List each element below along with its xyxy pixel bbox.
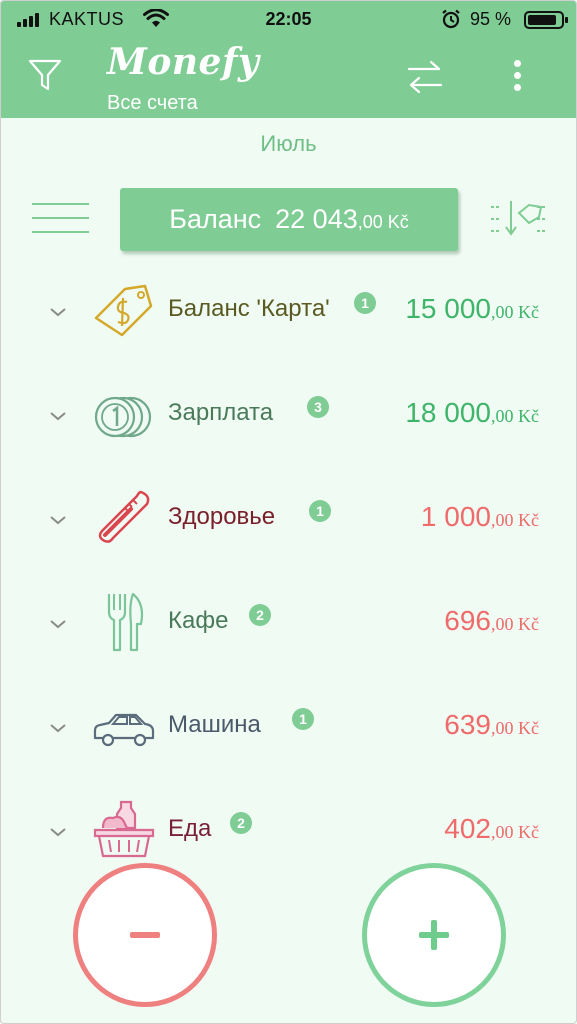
battery-percentage: 95 % xyxy=(470,9,512,29)
transaction-count-badge: 1 xyxy=(354,292,376,314)
battery-icon xyxy=(524,11,568,29)
balance-label: Баланс xyxy=(169,204,262,234)
transaction-count-badge: 1 xyxy=(292,708,314,730)
groceries-basket-icon xyxy=(93,800,155,858)
alarm-icon xyxy=(442,9,460,29)
chevron-down-icon[interactable] xyxy=(49,514,67,526)
category-amount: 1 000,00 Kč xyxy=(420,501,539,532)
period-label[interactable]: Июль xyxy=(1,131,576,157)
category-row[interactable]: Кафе 2 696,00 Kč xyxy=(1,568,576,672)
chevron-down-icon[interactable] xyxy=(49,722,67,734)
category-name: Здоровье xyxy=(168,503,276,530)
category-amount: 402,00 Kč xyxy=(444,813,539,844)
chevron-down-icon[interactable] xyxy=(49,826,67,838)
fork-knife-icon xyxy=(107,592,144,652)
coins-icon xyxy=(94,396,152,438)
price-tag-dollar-icon xyxy=(94,284,153,337)
category-amount: 15 000,00 Kč xyxy=(405,293,539,324)
category-row[interactable]: Зарплата 3 18 000,00 Kč xyxy=(1,360,576,464)
balance-button[interactable]: Баланс 22 043,00 Kč xyxy=(120,188,458,251)
category-name: Машина xyxy=(168,711,261,738)
chevron-down-icon[interactable] xyxy=(49,306,67,318)
transaction-count-badge: 2 xyxy=(249,604,271,626)
category-row[interactable]: Еда 2 402,00 Kč xyxy=(1,776,576,880)
add-income-button[interactable] xyxy=(362,863,506,1007)
balance-amount: 22 043,00 Kč xyxy=(275,204,409,234)
category-name: Еда xyxy=(168,815,212,842)
app-logo: Monefy xyxy=(107,41,260,83)
category-name: Зарплата xyxy=(168,399,274,426)
chevron-down-icon[interactable] xyxy=(49,410,67,422)
chevron-down-icon[interactable] xyxy=(49,618,67,630)
category-amount: 696,00 Kč xyxy=(444,605,539,636)
category-row[interactable]: Машина 1 639,00 Kč xyxy=(1,672,576,776)
app-screen: KAKTUS 22:05 95 % Monefy Все счета Июль … xyxy=(0,0,577,1024)
category-amount: 18 000,00 Kč xyxy=(405,397,539,428)
account-selector[interactable]: Все счета xyxy=(107,92,198,115)
transaction-count-badge: 2 xyxy=(230,812,252,834)
add-expense-button[interactable] xyxy=(73,863,217,1007)
category-name: Баланс 'Карта' xyxy=(168,295,330,322)
header: KAKTUS 22:05 95 % Monefy Все счета xyxy=(1,1,576,118)
category-row[interactable]: Здоровье 1 1 000,00 Kč xyxy=(1,464,576,568)
category-row[interactable]: Баланс 'Карта' 1 15 000,00 Kč xyxy=(1,256,576,360)
sort-tags-icon[interactable] xyxy=(489,197,547,241)
car-icon xyxy=(93,713,155,747)
thermometer-icon xyxy=(98,490,150,543)
filter-button[interactable] xyxy=(27,57,63,93)
menu-button[interactable] xyxy=(32,203,89,235)
category-amount: 639,00 Kč xyxy=(444,709,539,740)
transaction-count-badge: 1 xyxy=(309,500,331,522)
status-bar: KAKTUS 22:05 95 % xyxy=(1,1,576,37)
more-options-button[interactable] xyxy=(506,57,528,97)
category-name: Кафе xyxy=(168,607,229,634)
transaction-count-badge: 3 xyxy=(307,396,329,418)
transfer-button[interactable] xyxy=(405,57,445,97)
